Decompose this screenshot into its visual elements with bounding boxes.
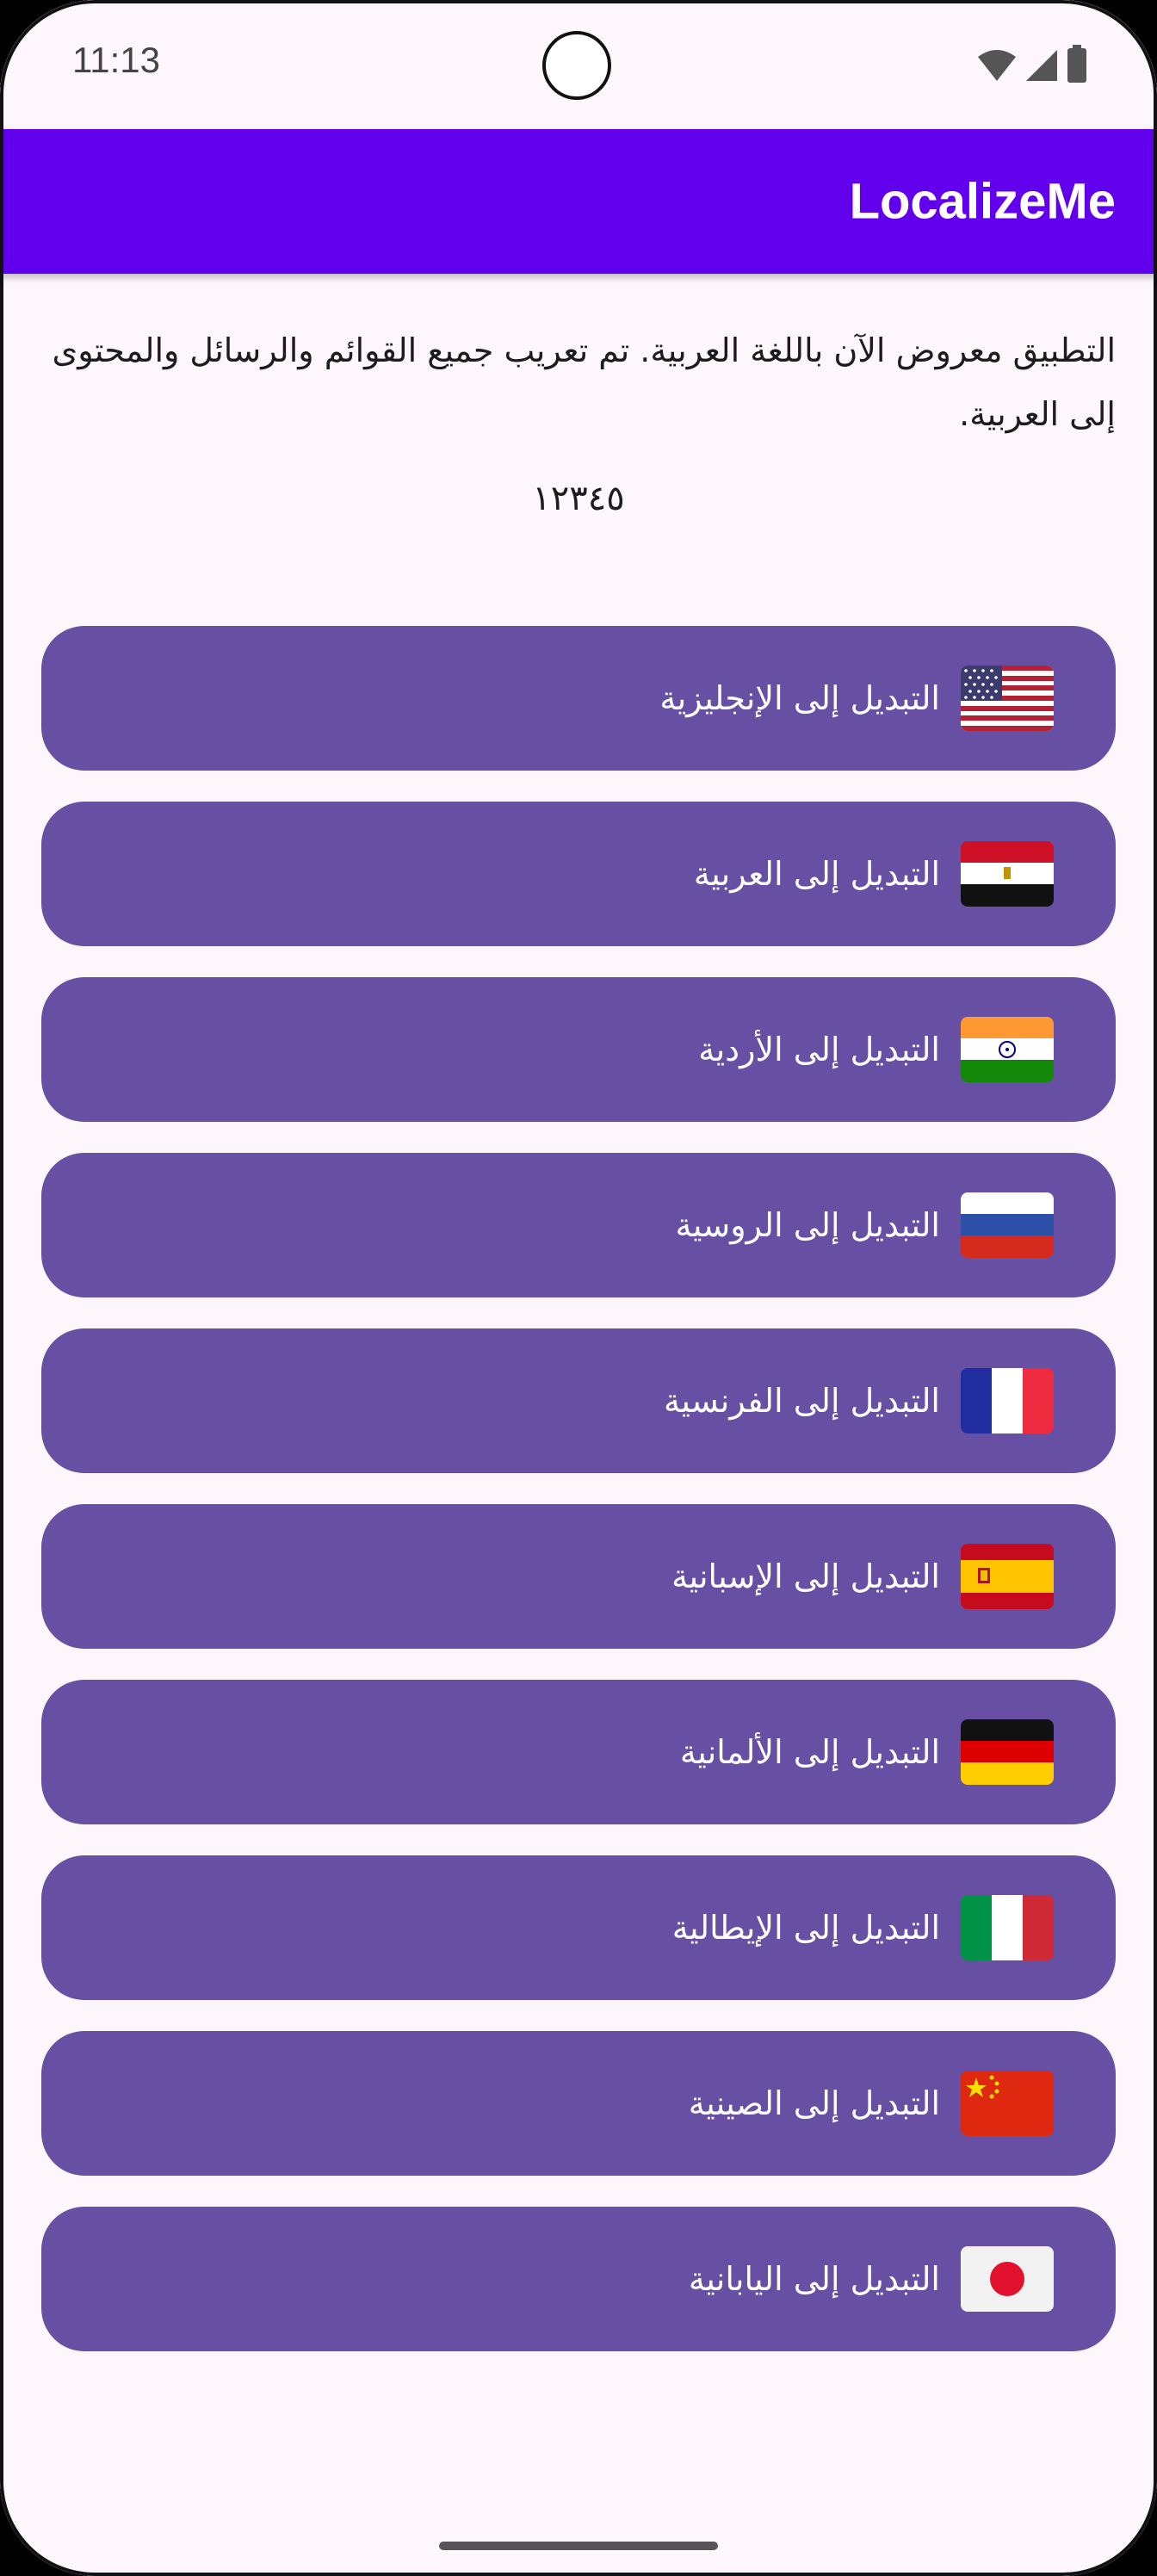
app-title: LocalizeMe bbox=[849, 173, 1116, 230]
switch-to-chinese-label: التبديل إلى الصينية bbox=[688, 2084, 940, 2122]
arabic-numbers: ١٢٣٤٥ bbox=[532, 479, 625, 518]
switch-to-german-label: التبديل إلى الألمانية bbox=[679, 1733, 940, 1771]
home-indicator[interactable] bbox=[439, 2542, 718, 2550]
switch-to-japanese-button[interactable]: التبديل إلى اليابانية bbox=[41, 2207, 1116, 2351]
switch-to-french-button[interactable]: التبديل إلى الفرنسية bbox=[41, 1328, 1116, 1473]
switch-to-arabic-label: التبديل إلى العربية bbox=[693, 855, 940, 893]
app-bar: LocalizeMe bbox=[0, 129, 1157, 274]
china-flag-icon bbox=[961, 2071, 1054, 2136]
language-button-list: التبديل إلى الإنجليزية التبديل إلى العرب… bbox=[41, 626, 1116, 2382]
status-icons bbox=[976, 45, 1088, 86]
cellular-signal-icon bbox=[1024, 48, 1059, 86]
germany-flag-icon bbox=[961, 1719, 1054, 1785]
wifi-icon bbox=[976, 48, 1018, 86]
spain-flag-icon bbox=[961, 1544, 1054, 1609]
india-flag-icon bbox=[961, 1017, 1054, 1082]
status-bar: 11:13 bbox=[0, 0, 1157, 129]
russia-flag-icon bbox=[961, 1192, 1054, 1258]
japan-flag-icon bbox=[961, 2246, 1054, 2312]
egypt-flag-icon bbox=[961, 841, 1054, 907]
switch-to-german-button[interactable]: التبديل إلى الألمانية bbox=[41, 1680, 1116, 1824]
usa-flag-icon bbox=[961, 666, 1054, 731]
switch-to-english-label: التبديل إلى الإنجليزية bbox=[659, 679, 940, 717]
switch-to-french-label: التبديل إلى الفرنسية bbox=[664, 1382, 940, 1420]
camera-cutout bbox=[542, 31, 611, 100]
switch-to-urdu-button[interactable]: التبديل إلى الأردية bbox=[41, 977, 1116, 1122]
switch-to-russian-label: التبديل إلى الروسية bbox=[675, 1206, 940, 1244]
switch-to-japanese-label: التبديل إلى اليابانية bbox=[688, 2260, 940, 2298]
phone-screen: 11:13 LocalizeMe التطبيق معروض الآن بالل… bbox=[0, 0, 1157, 2576]
switch-to-italian-label: التبديل إلى الإيطالية bbox=[671, 1909, 940, 1947]
switch-to-arabic-button[interactable]: التبديل إلى العربية bbox=[41, 802, 1116, 946]
status-time: 11:13 bbox=[72, 40, 160, 80]
battery-icon bbox=[1066, 45, 1088, 86]
switch-to-spanish-label: التبديل إلى الإسبانية bbox=[671, 1557, 940, 1595]
switch-to-english-button[interactable]: التبديل إلى الإنجليزية bbox=[41, 626, 1116, 771]
switch-to-russian-button[interactable]: التبديل إلى الروسية bbox=[41, 1153, 1116, 1297]
switch-to-italian-button[interactable]: التبديل إلى الإيطالية bbox=[41, 1855, 1116, 2000]
france-flag-icon bbox=[961, 1368, 1054, 1434]
switch-to-spanish-button[interactable]: التبديل إلى الإسبانية bbox=[41, 1504, 1116, 1649]
switch-to-chinese-button[interactable]: التبديل إلى الصينية bbox=[41, 2031, 1116, 2176]
switch-to-urdu-label: التبديل إلى الأردية bbox=[698, 1031, 940, 1068]
main-content: التطبيق معروض الآن باللغة العربية. تم تع… bbox=[41, 319, 1116, 518]
italy-flag-icon bbox=[961, 1895, 1054, 1960]
description-text: التطبيق معروض الآن باللغة العربية. تم تع… bbox=[52, 331, 1116, 433]
